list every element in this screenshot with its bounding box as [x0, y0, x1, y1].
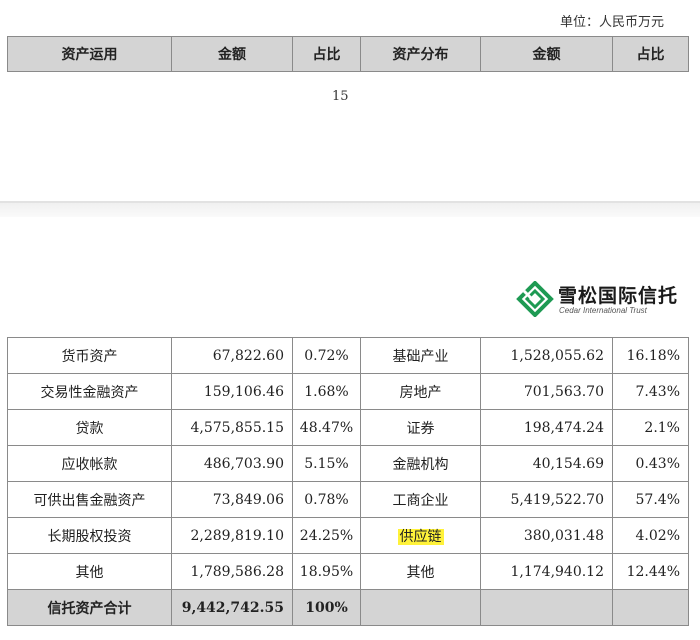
use-amount-cell: 1,789,586.28	[171, 553, 293, 590]
dist-amount-cell: 40,154.69	[480, 445, 613, 482]
dist-ratio-cell: 12.44%	[612, 553, 689, 590]
header-amount: 金额	[480, 36, 613, 72]
asset-distribution-cell: 房地产	[360, 373, 481, 410]
asset-use-cell: 可供出售金融资产	[7, 481, 172, 518]
asset-use-cell: 应收帐款	[7, 445, 172, 482]
table-header-top: 资产运用 金额 占比 资产分布 金额 占比	[7, 36, 689, 72]
use-amount-cell: 4,575,855.15	[171, 409, 293, 446]
asset-use-cell: 货币资产	[7, 337, 172, 374]
table-row: 交易性金融资产 159,106.46 1.68% 房地产 701,563.70 7.43%	[7, 373, 689, 410]
asset-distribution-cell: 金融机构	[360, 445, 481, 482]
asset-use-cell: 交易性金融资产	[7, 373, 172, 410]
header-asset-distribution: 资产分布	[360, 36, 481, 72]
total-amount: 9,442,742.55	[171, 589, 293, 626]
page-break	[0, 201, 700, 217]
total-empty-cell	[480, 589, 613, 626]
table-row: 其他 1,789,586.28 18.95% 其他 1,174,940.12 12.44%	[7, 553, 689, 590]
dist-amount-cell: 701,563.70	[480, 373, 613, 410]
total-empty-cell	[360, 589, 481, 626]
header-asset-use: 资产运用	[7, 36, 172, 72]
total-label: 信托资产合计	[7, 589, 172, 626]
use-ratio-cell: 18.95%	[292, 553, 361, 590]
use-ratio-cell: 0.72%	[292, 337, 361, 374]
page-number: 15	[332, 89, 349, 104]
asset-use-cell: 其他	[7, 553, 172, 590]
logo-text-en: Cedar International Trust	[559, 306, 647, 315]
asset-distribution-cell: 基础产业	[360, 337, 481, 374]
table-row: 贷款 4,575,855.15 48.47% 证券 198,474.24 2.1%	[7, 409, 689, 446]
dist-amount-cell: 5,419,522.70	[480, 481, 613, 518]
dist-ratio-cell: 0.43%	[612, 445, 689, 482]
dist-ratio-cell: 7.43%	[612, 373, 689, 410]
dist-amount-cell: 1,174,940.12	[480, 553, 613, 590]
total-row: 信托资产合计 9,442,742.55 100%	[7, 589, 689, 626]
asset-distribution-cell: 工商企业	[360, 481, 481, 518]
dist-ratio-cell: 16.18%	[612, 337, 689, 374]
asset-distribution-cell: 供应链	[360, 517, 481, 554]
dist-amount-cell: 198,474.24	[480, 409, 613, 446]
use-amount-cell: 159,106.46	[171, 373, 293, 410]
dist-ratio-cell: 4.02%	[612, 517, 689, 554]
table-row: 货币资产 67,822.60 0.72% 基础产业 1,528,055.62 16.18%	[7, 337, 689, 374]
dist-ratio-cell: 57.4%	[612, 481, 689, 518]
asset-table: 货币资产 67,822.60 0.72% 基础产业 1,528,055.62 16.18%…	[7, 337, 689, 626]
table-row: 可供出售金融资产 73,849.06 0.78% 工商企业 5,419,522.70 57…	[7, 481, 689, 518]
header-ratio: 占比	[612, 36, 689, 72]
asset-distribution-cell: 其他	[360, 553, 481, 590]
asset-use-cell: 长期股权投资	[7, 517, 172, 554]
header-ratio: 占比	[292, 36, 361, 72]
asset-distribution-cell: 证券	[360, 409, 481, 446]
use-ratio-cell: 24.25%	[292, 517, 361, 554]
dist-amount-cell: 380,031.48	[480, 517, 613, 554]
use-amount-cell: 73,849.06	[171, 481, 293, 518]
use-amount-cell: 2,289,819.10	[171, 517, 293, 554]
use-amount-cell: 67,822.60	[171, 337, 293, 374]
use-ratio-cell: 5.15%	[292, 445, 361, 482]
use-amount-cell: 486,703.90	[171, 445, 293, 482]
highlighted-text: 供应链	[397, 528, 444, 545]
dist-ratio-cell: 2.1%	[612, 409, 689, 446]
unit-label: 单位：人民币万元	[559, 15, 664, 30]
use-ratio-cell: 0.78%	[292, 481, 361, 518]
total-empty-cell	[612, 589, 689, 626]
total-ratio: 100%	[292, 589, 361, 626]
company-logo: 雪松国际信托 Cedar International Trust	[516, 281, 696, 317]
use-ratio-cell: 1.68%	[292, 373, 361, 410]
use-ratio-cell: 48.47%	[292, 409, 361, 446]
table-row: 长期股权投资 2,289,819.10 24.25% 供应链 380,031.48 4.0…	[7, 517, 689, 554]
dist-amount-cell: 1,528,055.62	[480, 337, 613, 374]
table-row: 应收帐款 486,703.90 5.15% 金融机构 40,154.69 0.43%	[7, 445, 689, 482]
header-amount: 金额	[171, 36, 293, 72]
logo-text-cn: 雪松国际信托	[558, 285, 679, 307]
asset-use-cell: 贷款	[7, 409, 172, 446]
cedar-logo-icon	[516, 281, 554, 317]
